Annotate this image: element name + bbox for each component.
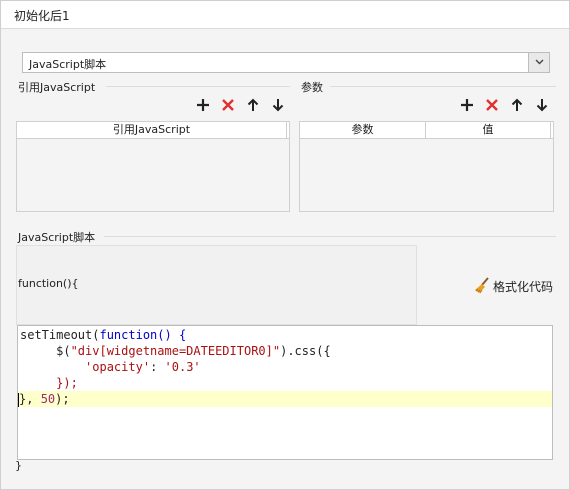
param-move-down-button[interactable]: [534, 97, 550, 113]
ref-js-table-header: 引用JavaScript: [17, 122, 289, 139]
red-x-icon: [222, 99, 234, 111]
ref-add-button[interactable]: [195, 97, 211, 113]
title-bar: 初始化后1: [1, 1, 569, 29]
red-x-icon: [486, 99, 498, 111]
broom-icon: [475, 277, 489, 294]
ref-js-table[interactable]: 引用JavaScript: [16, 121, 290, 212]
column-header-param[interactable]: 参数: [300, 122, 426, 138]
arrow-down-icon: [272, 99, 284, 112]
param-divider: [330, 86, 556, 87]
ref-move-down-button[interactable]: [270, 97, 286, 113]
code-line-5-current: }, 50);: [18, 391, 552, 407]
param-table-header: 参数 值: [300, 122, 553, 139]
plus-icon: [461, 99, 473, 111]
code-editor[interactable]: setTimeout(function() { $("div[widgetnam…: [17, 325, 553, 460]
ref-delete-button[interactable]: [220, 97, 236, 113]
code-line-2: $("div[widgetname=DATEEDITOR0]").css({: [56, 344, 331, 358]
param-add-button[interactable]: [459, 97, 475, 113]
window-title: 初始化后1: [14, 9, 70, 23]
code-line-4: });: [56, 376, 78, 390]
arrow-up-icon: [247, 98, 259, 111]
param-section-label: 参数: [301, 81, 323, 94]
ref-divider: [106, 86, 290, 87]
code-line-3: 'opacity': '0.3': [85, 360, 201, 374]
ref-move-up-button[interactable]: [245, 97, 261, 113]
format-code-button[interactable]: 格式化代码: [473, 277, 555, 295]
ref-section-label: 引用JavaScript: [18, 81, 96, 94]
script-type-select[interactable]: JavaScript脚本: [22, 52, 550, 73]
script-divider: [104, 236, 556, 237]
arrow-up-icon: [511, 98, 523, 111]
param-delete-button[interactable]: [484, 97, 500, 113]
chevron-down-icon[interactable]: [528, 53, 549, 72]
column-header-value[interactable]: 值: [426, 122, 551, 138]
function-closing-brace: }: [15, 459, 22, 472]
param-move-up-button[interactable]: [509, 97, 525, 113]
format-code-label: 格式化代码: [493, 280, 554, 294]
param-table[interactable]: 参数 值: [299, 121, 554, 212]
plus-icon: [197, 99, 209, 111]
script-type-value: JavaScript脚本: [29, 58, 107, 71]
script-section-label: JavaScript脚本: [18, 231, 96, 244]
arrow-down-icon: [536, 99, 548, 112]
function-header-text: function(){: [18, 277, 79, 290]
code-line-1: setTimeout(function() {: [20, 328, 187, 342]
column-header-ref-js[interactable]: 引用JavaScript: [17, 122, 287, 138]
